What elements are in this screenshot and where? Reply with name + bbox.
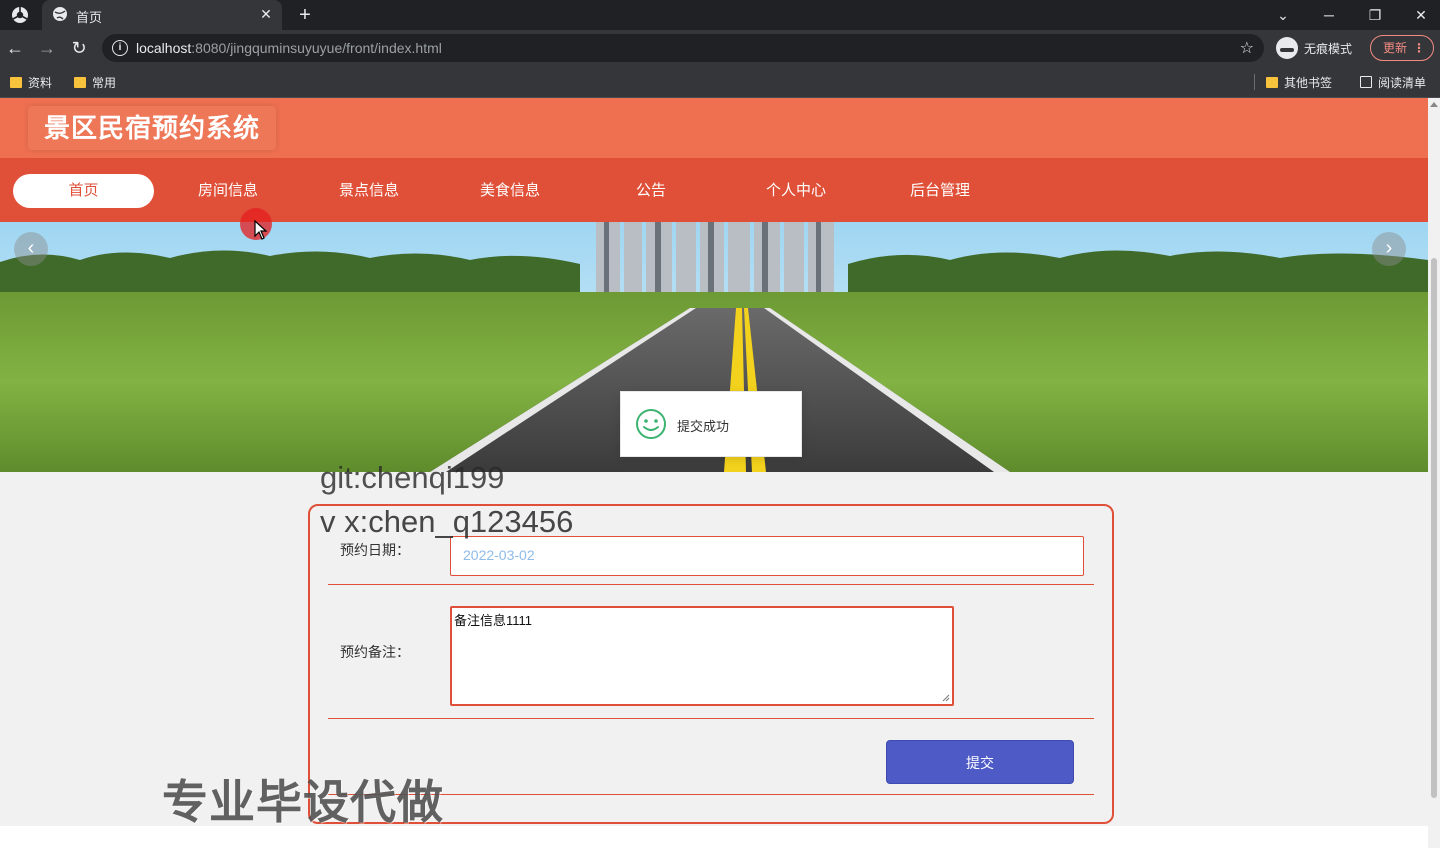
smile-icon	[636, 409, 666, 439]
page-scrollbar[interactable]	[1428, 98, 1440, 848]
bookmarks-separator	[1254, 74, 1255, 90]
forward-button[interactable]: →	[36, 37, 58, 59]
submit-button[interactable]: 提交	[886, 740, 1074, 784]
nav-item-admin[interactable]: 后台管理	[890, 174, 990, 208]
toast-message: 提交成功	[677, 419, 730, 434]
carousel-next-button[interactable]: ›	[1372, 232, 1406, 266]
success-toast: 提交成功	[620, 391, 802, 457]
incognito-indicator[interactable]: 无痕模式	[1276, 36, 1352, 60]
bookmark-star-icon[interactable]: ☆	[1240, 38, 1254, 58]
notes-textarea[interactable]: 备注信息1111	[450, 606, 954, 706]
new-tab-button[interactable]: +	[294, 4, 316, 26]
tab-title: 首页	[76, 10, 103, 25]
form-divider	[328, 718, 1094, 719]
date-field[interactable]: 2022-03-02	[450, 536, 1084, 576]
update-label: 更新	[1383, 41, 1408, 55]
incognito-icon	[1276, 37, 1298, 59]
bookmark-label: 资料	[28, 75, 53, 90]
folder-icon	[74, 76, 86, 88]
browser-tabbar: 首页 ✕ + ⌄ ─ ❐ ✕	[0, 0, 1440, 30]
url-text[interactable]: localhost:8080/jingquminsuyuyue/front/in…	[136, 40, 442, 56]
resize-handle-icon[interactable]	[942, 694, 950, 702]
folder-icon	[10, 76, 22, 88]
minimize-button[interactable]: ─	[1318, 4, 1340, 26]
other-bookmarks-label: 其他书签	[1284, 75, 1333, 90]
reload-button[interactable]: ↻	[68, 37, 90, 59]
nav-item-announcements[interactable]: 公告	[601, 174, 701, 208]
bookmark-folder-ziliao[interactable]: 资料	[10, 73, 52, 91]
folder-icon	[1266, 76, 1278, 88]
close-window-button[interactable]: ✕	[1410, 4, 1432, 26]
notes-label: 预约备注：	[340, 644, 410, 660]
tab-search-icon[interactable]: ⌄	[1272, 4, 1294, 26]
watermark-ad: 专业毕设代做	[162, 776, 444, 828]
bookmark-folder-changyong[interactable]: 常用	[74, 73, 116, 91]
nav-item-food[interactable]: 美食信息	[460, 174, 560, 208]
incognito-label: 无痕模式	[1304, 41, 1353, 56]
bookmark-label: 常用	[92, 75, 117, 90]
site-header: 景区民宿预约系统	[0, 98, 1428, 158]
page-bottom-area	[0, 826, 1428, 848]
globe-icon	[53, 7, 67, 21]
form-divider	[328, 584, 1094, 585]
page-viewport: 景区民宿预约系统 首页 房间信息 景点信息 美食信息 公告 个人中心 后台管理	[0, 98, 1428, 848]
reading-list[interactable]: 阅读清单	[1360, 73, 1426, 91]
chrome-menu-icon[interactable]	[10, 5, 30, 25]
other-bookmarks[interactable]: 其他书签	[1266, 73, 1332, 91]
tab-close-icon[interactable]: ✕	[258, 6, 274, 22]
nav-item-home[interactable]: 首页	[13, 174, 154, 208]
watermark-git: git:chenqi199	[320, 460, 505, 495]
watermark-contact: v x:chen_q123456	[320, 504, 574, 539]
main-nav: 首页 房间信息 景点信息 美食信息 公告 个人中心 后台管理	[0, 158, 1428, 222]
nav-item-personal-center[interactable]: 个人中心	[746, 174, 846, 208]
date-label: 预约日期：	[340, 542, 410, 558]
bookmarks-bar: 资料 常用 其他书签 阅读清单	[0, 66, 1440, 98]
scrollbar-thumb[interactable]	[1431, 258, 1437, 798]
address-bar[interactable]: i localhost:8080/jingquminsuyuyue/front/…	[102, 34, 1264, 62]
browser-toolbar: ← → ↻ i localhost:8080/jingquminsuyuyue/…	[0, 30, 1440, 66]
mouse-cursor-icon	[254, 220, 268, 240]
reading-list-label: 阅读清单	[1378, 75, 1427, 90]
update-button[interactable]: 更新 ⋮	[1370, 35, 1434, 61]
nav-item-rooms[interactable]: 房间信息	[178, 174, 278, 208]
back-button[interactable]: ←	[4, 37, 26, 59]
site-info-icon[interactable]: i	[112, 40, 128, 56]
site-title: 景区民宿预约系统	[28, 106, 277, 150]
notes-text: 备注信息1111	[454, 613, 533, 628]
more-menu-icon: ⋮	[1413, 41, 1425, 55]
reading-list-icon	[1360, 76, 1372, 88]
restore-button[interactable]: ❐	[1364, 4, 1386, 26]
carousel-prev-button[interactable]: ‹	[14, 232, 48, 266]
scroll-up-icon[interactable]	[1430, 102, 1438, 107]
browser-tab-active[interactable]: 首页 ✕	[42, 0, 282, 30]
nav-item-attractions[interactable]: 景点信息	[319, 174, 419, 208]
